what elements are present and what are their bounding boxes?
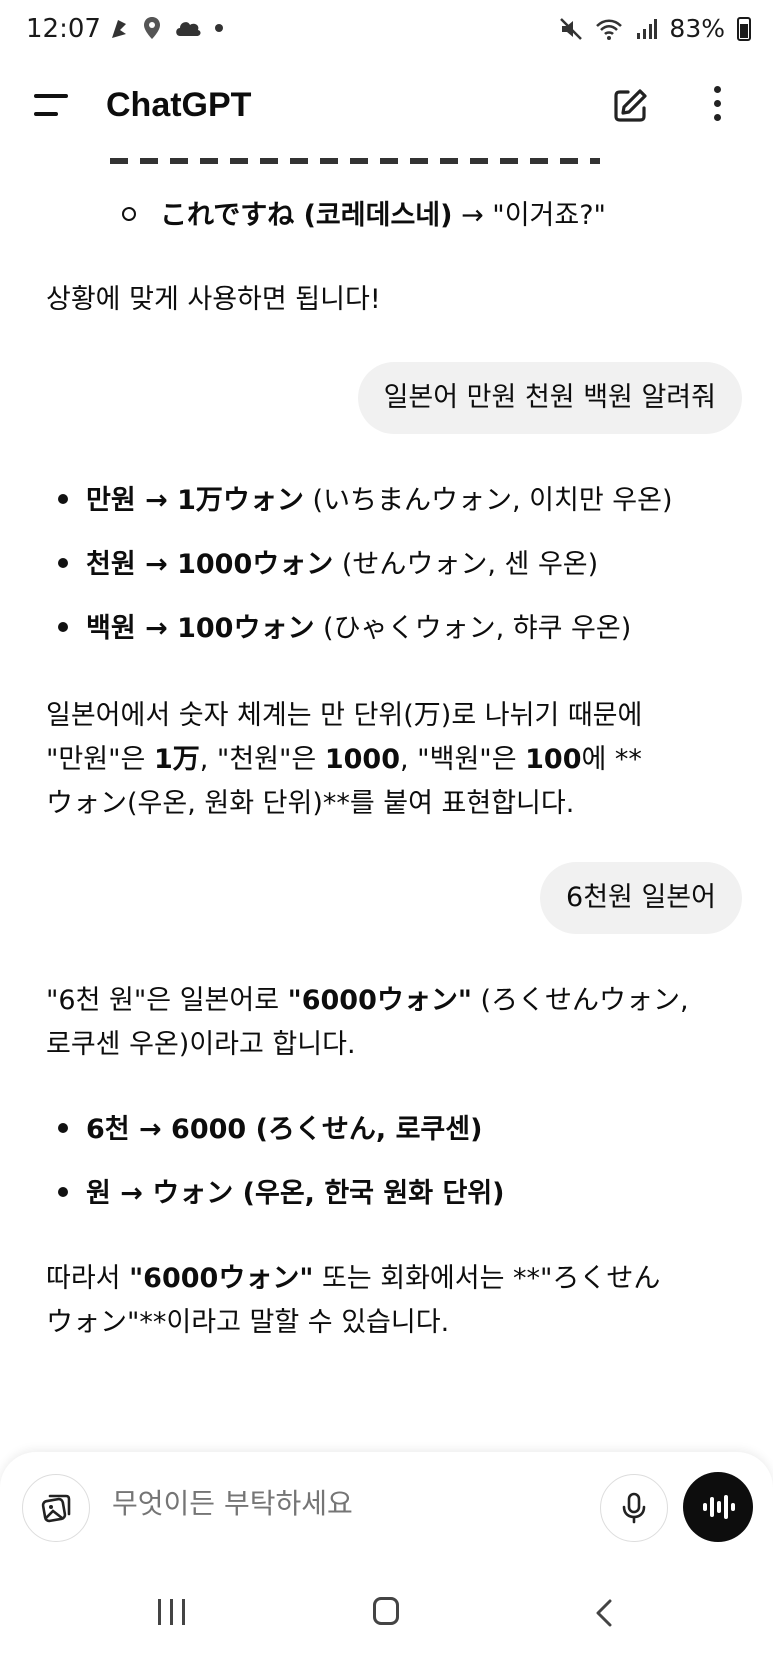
battery-percent: 83% [669, 14, 725, 43]
message-composer [0, 1452, 773, 1564]
message-input[interactable] [110, 1486, 544, 1521]
signal-icon [637, 18, 658, 39]
microphone-button[interactable] [600, 1474, 668, 1542]
cloud-icon [176, 22, 201, 36]
voice-waveform-icon [703, 1495, 735, 1519]
list-item: 6천 → 6000 (ろくせん, 로쿠센) [58, 1108, 482, 1152]
status-bar: 12:07 83% [0, 0, 773, 62]
system-nav-bar [0, 1564, 773, 1658]
microphone-icon [622, 1492, 646, 1524]
user-message-bubble[interactable]: 6천원 일본어 [540, 862, 742, 934]
list-item: 백원 → 100ウォン (ひゃくウォン, 햐쿠 우온) [58, 607, 631, 651]
chat-thread: これですね (코레데스네) → "이거죠?" 상황에 맞게 사용하면 됩니다! … [0, 154, 773, 1452]
assistant-closing-text: 따라서 "6000ウォン" 또는 회화에서는 **"ろくせん ウォン"**이라고… [46, 1263, 661, 1338]
app-title: ChatGPT [106, 86, 252, 124]
user-message-bubble[interactable]: 일본어 만원 천원 백원 알려줘 [357, 362, 742, 434]
assistant-intro-text: "6천 원"은 일본어로 "6000ウォン" (ろくせんウォン, 로쿠센 우온)… [46, 985, 689, 1060]
list-item: 원 → ウォン (우온, 한국 원화 단위) [58, 1172, 505, 1216]
status-left-icons [108, 16, 224, 40]
new-chat-icon[interactable] [610, 86, 650, 126]
notification-icon [112, 20, 126, 38]
home-icon[interactable] [373, 1597, 399, 1625]
list-item: 천원 → 1000ウォン (せんウォン, 센 우온) [58, 543, 598, 587]
sub-list-item: これですね (코레데스네) → "이거죠?" [122, 194, 606, 238]
mute-icon [560, 17, 583, 40]
list-item: 만원 → 1万ウォン (いちまんウォン, 이치만 우온) [58, 479, 673, 523]
more-options-icon[interactable] [710, 86, 724, 128]
image-attach-icon [41, 1494, 71, 1523]
assistant-closing-text: 상황에 맞게 사용하면 됩니다! [46, 284, 381, 315]
dot-icon [215, 24, 223, 32]
location-icon [144, 17, 160, 39]
voice-mode-button[interactable] [683, 1472, 753, 1542]
assistant-explanation: 일본어에서 숫자 체계는 만 단위(万)로 나뉘기 때문에 "만원"은 1万, … [46, 700, 643, 819]
status-right: 83% [559, 14, 751, 43]
menu-icon[interactable] [34, 94, 70, 118]
battery-icon [737, 16, 751, 41]
attach-button[interactable] [22, 1474, 90, 1542]
recent-apps-icon[interactable] [158, 1599, 185, 1625]
status-time: 12:07 [26, 14, 101, 44]
app-header: ChatGPT [0, 62, 773, 154]
cropped-text-line [110, 154, 600, 168]
back-icon[interactable] [592, 1599, 616, 1627]
circle-bullet-icon [122, 206, 136, 221]
wifi-icon [596, 19, 623, 40]
